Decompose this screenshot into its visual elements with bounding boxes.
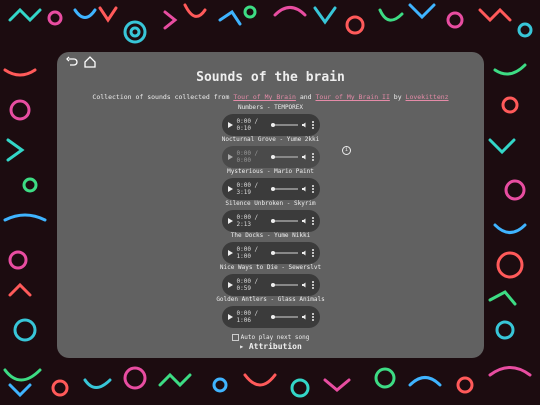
time-display: 0:00 / 1:06 [236, 310, 259, 324]
more-options-icon[interactable] [311, 121, 314, 129]
seek-slider[interactable] [270, 315, 298, 319]
volume-icon[interactable] [301, 250, 308, 256]
audio-player[interactable]: 0:00 / 3:19 [221, 178, 320, 200]
seek-handle[interactable] [270, 251, 275, 255]
link-author[interactable]: Lovekittenz [406, 93, 449, 101]
track-item: Nice Ways to Die - Sewerslvt 0:00 / 0:59 [57, 264, 484, 296]
audio-player[interactable]: 0:00 / 1:06 [221, 306, 320, 328]
time-display: 0:00 / 0:59 [236, 278, 259, 292]
seek-slider[interactable] [270, 123, 298, 127]
link-tour-of-my-brain[interactable]: Tour of My Brain [233, 93, 296, 101]
subtitle-text: and [295, 93, 316, 101]
autoplay-checkbox[interactable] [231, 334, 239, 341]
more-options-icon[interactable] [311, 217, 314, 225]
track-item: Silence Unbroken - Skyrim 0:00 / 2:13 [57, 200, 484, 232]
track-title: Nocturnal Grove - Yume 2kki [221, 136, 320, 143]
seek-handle[interactable] [270, 283, 275, 287]
track-title: The Docks - Yume Nikki [230, 232, 311, 239]
volume-icon[interactable] [301, 186, 308, 192]
play-icon[interactable] [227, 314, 233, 320]
audio-player[interactable]: 0:00 / 0:00 [221, 146, 320, 168]
seek-slider[interactable] [270, 251, 298, 255]
audio-player[interactable]: 0:00 / 0:10 [221, 114, 320, 136]
time-display: 0:00 / 0:00 [236, 150, 259, 164]
seek-handle[interactable] [270, 187, 275, 191]
volume-icon[interactable] [301, 282, 308, 288]
audio-player[interactable]: 0:00 / 1:00 [221, 242, 320, 264]
play-icon[interactable] [227, 250, 233, 256]
seek-slider[interactable] [270, 283, 298, 287]
autoplay-label: Auto play next song [240, 334, 310, 341]
track-title: Silence Unbroken - Skyrim [225, 200, 316, 207]
top-nav [66, 53, 96, 68]
track-title: Nice Ways to Die - Sewerslvt [219, 264, 322, 271]
time-display: 0:00 / 1:00 [236, 246, 259, 260]
seek-handle[interactable] [270, 219, 275, 223]
more-options-icon[interactable] [311, 281, 314, 289]
track-item: Golden Antlers - Glass Animals 0:00 / 1:0… [57, 296, 484, 328]
volume-icon[interactable] [301, 314, 308, 320]
track-title: Golden Antlers - Glass Animals [216, 296, 325, 303]
play-icon[interactable] [227, 154, 233, 160]
home-icon[interactable] [84, 53, 96, 68]
track-item: Mysterious - Mario Paint 0:00 / 3:19 [57, 168, 484, 200]
seek-handle[interactable] [270, 123, 275, 127]
seek-slider[interactable] [270, 155, 298, 159]
volume-icon[interactable] [301, 218, 308, 224]
autoplay-toggle[interactable]: Auto play next song [57, 334, 484, 341]
time-display: 0:00 / 3:19 [236, 182, 259, 196]
track-item: Numbers - TEMPOREX 0:00 / 0:10 [57, 104, 484, 136]
volume-icon[interactable] [301, 122, 308, 128]
info-icon[interactable]: i [342, 146, 351, 155]
seek-handle[interactable] [270, 315, 275, 319]
play-icon[interactable] [227, 282, 233, 288]
page-title: Sounds of the brain [196, 70, 345, 85]
audio-player[interactable]: 0:00 / 0:59 [221, 274, 320, 296]
undo-icon[interactable] [66, 53, 78, 66]
seek-slider[interactable] [270, 219, 298, 223]
page-subtitle: Collection of sounds collected from Tour… [57, 93, 484, 101]
subtitle-text: Collection of sounds collected from [92, 93, 234, 101]
track-title: Numbers - TEMPOREX [237, 104, 304, 111]
link-tour-of-my-brain-2[interactable]: Tour of My Brain II [316, 93, 390, 101]
track-title: Mysterious - Mario Paint [227, 168, 314, 175]
play-icon[interactable] [227, 122, 233, 128]
more-options-icon[interactable] [311, 313, 314, 321]
play-icon[interactable] [227, 218, 233, 224]
attribution-toggle[interactable]: ▸ Attribution [57, 342, 484, 351]
seek-handle[interactable] [270, 155, 275, 159]
main-panel: Sounds of the brain Collection of sounds… [57, 52, 484, 358]
more-options-icon[interactable] [311, 249, 314, 257]
time-display: 0:00 / 2:13 [236, 214, 259, 228]
volume-icon[interactable] [301, 154, 308, 160]
track-item: The Docks - Yume Nikki 0:00 / 1:00 [57, 232, 484, 264]
audio-player[interactable]: 0:00 / 2:13 [221, 210, 320, 232]
subtitle-text: by [389, 93, 406, 101]
play-icon[interactable] [227, 186, 233, 192]
seek-slider[interactable] [270, 187, 298, 191]
more-options-icon[interactable] [311, 185, 314, 193]
track-item: Nocturnal Grove - Yume 2kki 0:00 / 0:00 [57, 136, 484, 168]
more-options-icon[interactable] [311, 153, 314, 161]
time-display: 0:00 / 0:10 [236, 118, 259, 132]
